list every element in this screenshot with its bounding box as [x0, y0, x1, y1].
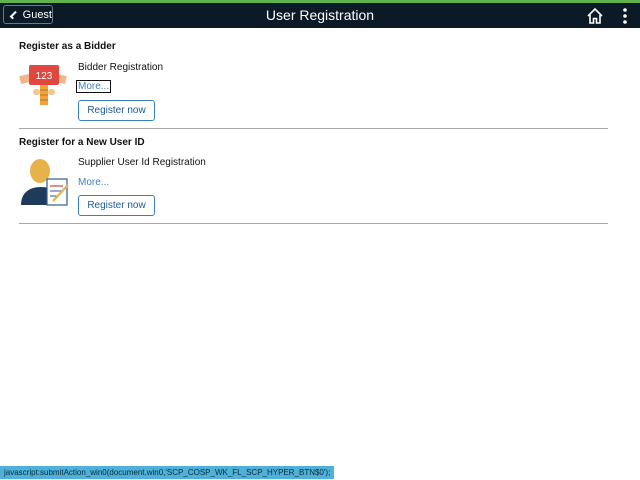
new-user-section: Register for a New User ID Supplier User… [19, 137, 608, 224]
register-now-button[interactable]: Register now [78, 195, 155, 216]
bidder-section: Register as a Bidder 123 Bidder Registra… [19, 41, 608, 129]
bidder-registration-label: Bidder Registration [78, 62, 164, 73]
more-vertical-icon[interactable] [622, 7, 628, 25]
supplier-registration-label: Supplier User Id Registration [78, 157, 206, 168]
more-link[interactable]: More... [78, 177, 109, 188]
section-heading: Register as a Bidder [19, 41, 116, 52]
user-form-icon [21, 159, 69, 206]
back-button[interactable]: Guest [3, 5, 53, 24]
auction-paddle-icon: 123 [19, 65, 67, 105]
page-title: User Registration [265, 7, 375, 23]
browser-status-bar: javascript:submitAction_win0(document.wi… [0, 466, 335, 479]
back-button-label: Guest [22, 8, 52, 21]
app-header: Guest User Registration [0, 3, 640, 28]
chevron-left-icon [9, 10, 18, 19]
more-link[interactable]: More... [75, 80, 112, 93]
register-now-button[interactable]: Register now [78, 100, 155, 121]
home-icon[interactable] [586, 7, 604, 25]
section-heading: Register for a New User ID [19, 137, 145, 148]
paddle-number: 123 [36, 71, 53, 82]
